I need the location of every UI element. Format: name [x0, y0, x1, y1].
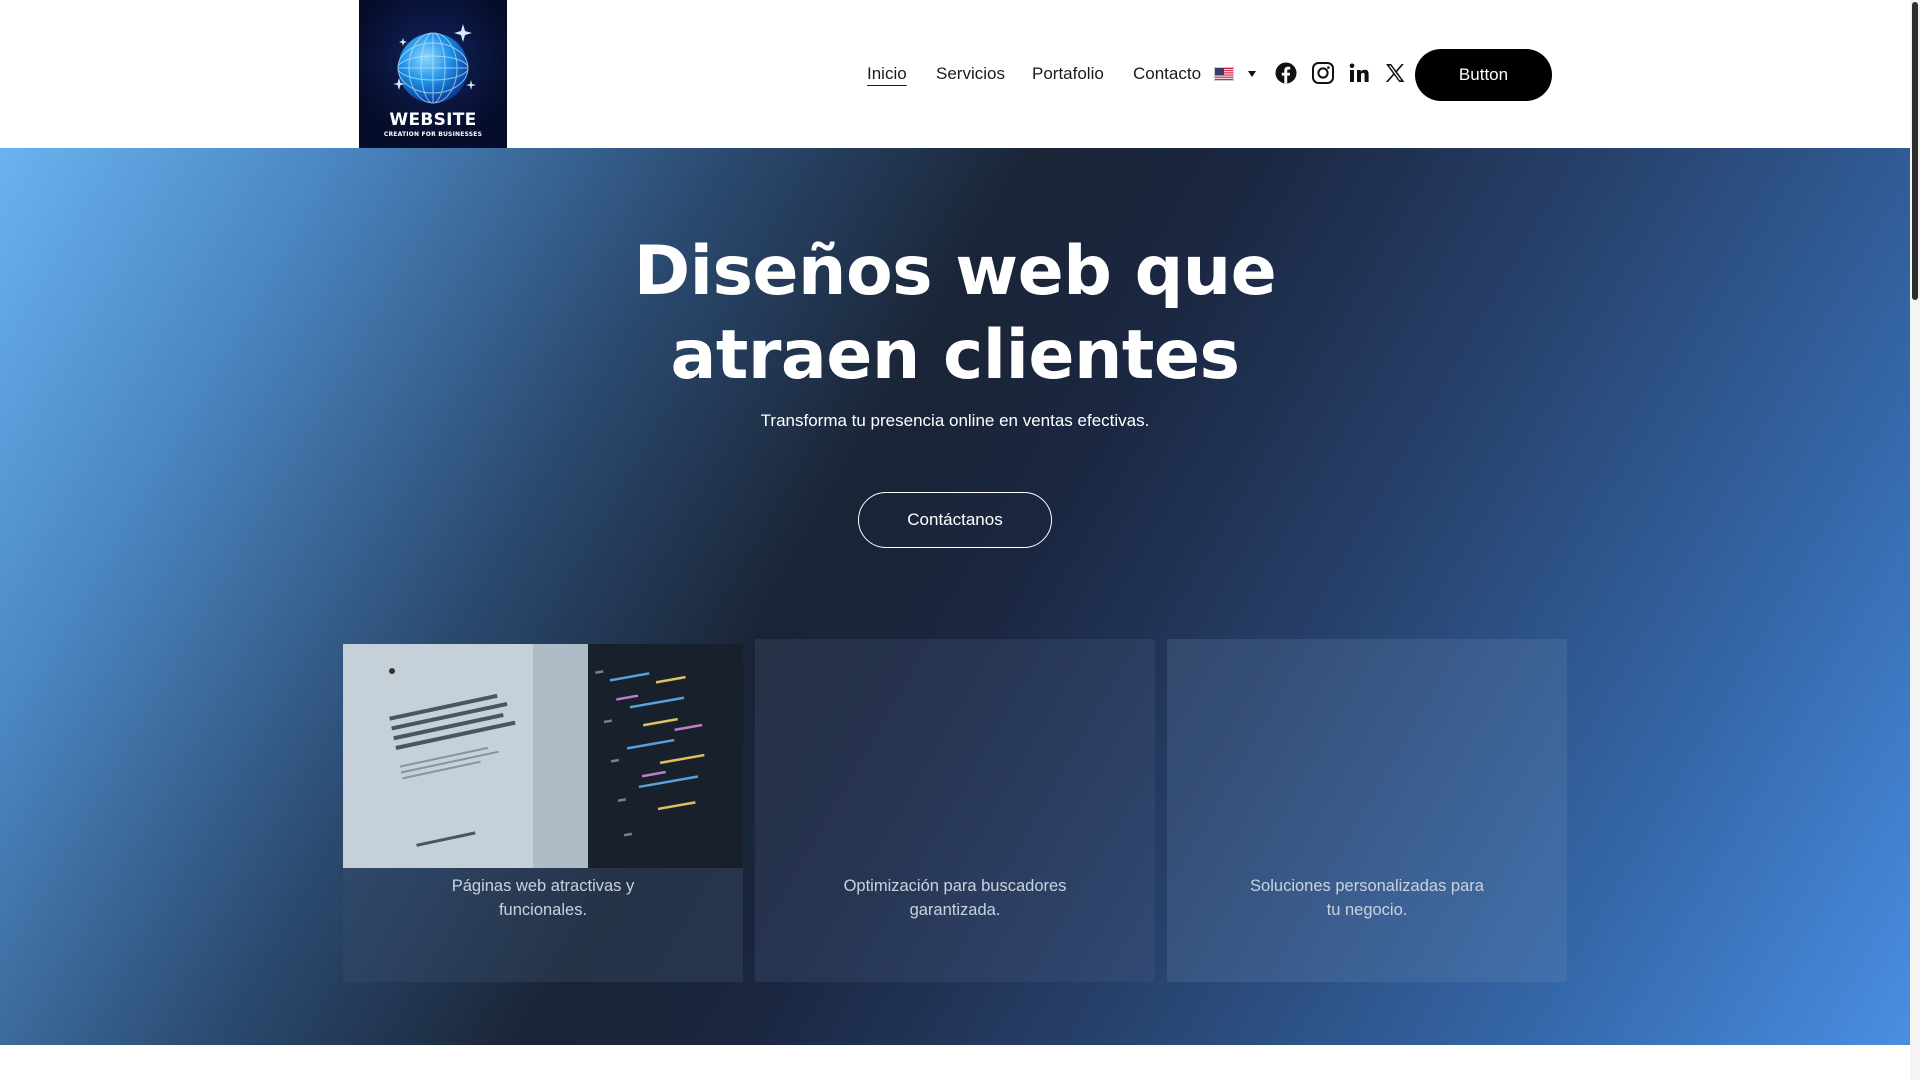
logo-title: WEBSITE	[389, 110, 477, 130]
card-description: Soluciones personalizadas para tu negoci…	[1167, 874, 1567, 922]
hero-title-line-1: Diseños web que	[633, 232, 1277, 311]
nav-item-portafolio[interactable]: Portafolio	[1032, 60, 1104, 88]
nav-item-servicios[interactable]: Servicios	[936, 60, 1005, 88]
card-description: Optimización para buscadores garantizada…	[755, 874, 1155, 922]
nav-item-contacto[interactable]: Contacto	[1133, 60, 1201, 88]
hero-subtitle: Transforma tu presencia online en ventas…	[760, 411, 1150, 430]
hero-title: Diseños web que atraen clientes	[0, 230, 1910, 398]
service-card-custom-solutions[interactable]: Soluciones personalizadas para tu negoci…	[1167, 639, 1567, 982]
instagram-icon[interactable]	[1311, 61, 1335, 85]
nav-item-inicio[interactable]: Inicio	[867, 60, 907, 88]
card-text-line: tu negocio.	[1326, 901, 1408, 919]
site-logo[interactable]: WEBSITE CREATION FOR BUSINESSES	[359, 0, 507, 148]
site-header: WEBSITE CREATION FOR BUSINESSES Inicio S…	[0, 0, 1910, 148]
globe-icon	[393, 24, 476, 104]
us-flag-icon	[1214, 67, 1234, 81]
card-text-line: Páginas web atractivas y	[451, 877, 635, 895]
card-text-line: funcionales.	[498, 901, 588, 919]
header-button[interactable]: Button	[1415, 49, 1552, 101]
code-screenshot-image	[343, 644, 743, 868]
service-card-web-pages[interactable]: Páginas web atractivas y funcionales.	[343, 644, 743, 982]
scrollbar-thumb[interactable]	[1912, 2, 1918, 300]
card-text-line: garantizada.	[909, 901, 1001, 919]
card-description: Páginas web atractivas y funcionales.	[343, 874, 743, 922]
contact-button[interactable]: Contáctanos	[858, 492, 1052, 548]
card-text-line: Soluciones personalizadas para	[1250, 877, 1484, 895]
x-icon[interactable]	[1383, 61, 1407, 85]
hero-section: Diseños web que atraen clientes Transfor…	[0, 148, 1910, 1045]
logo-subtitle: CREATION FOR BUSINESSES	[383, 131, 483, 138]
card-text-line: Optimización para buscadores	[843, 877, 1067, 895]
linkedin-icon[interactable]	[1347, 61, 1371, 85]
hero-title-line-2: atraen clientes	[670, 316, 1240, 395]
language-selector[interactable]	[1214, 64, 1262, 84]
chevron-down-icon	[1248, 71, 1256, 77]
facebook-icon[interactable]	[1274, 61, 1298, 85]
service-card-seo[interactable]: Optimización para buscadores garantizada…	[755, 639, 1155, 982]
